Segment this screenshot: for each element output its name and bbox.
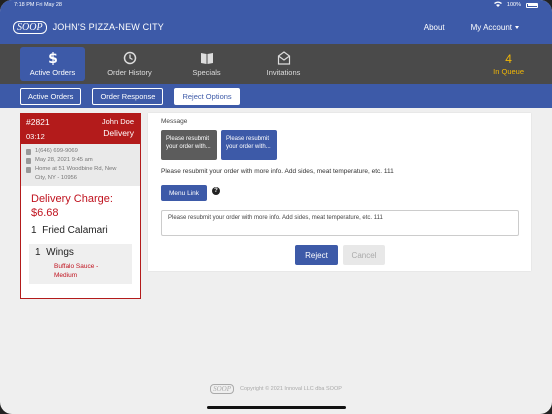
queue-count: 4 xyxy=(505,52,512,66)
message-label: Message xyxy=(161,118,188,125)
address-line-2: City, NY - 10956 xyxy=(35,175,77,181)
message-option-2-line-2: your order with... xyxy=(226,144,271,150)
reject-message-textarea[interactable]: Please resubmit your order with more inf… xyxy=(161,210,519,236)
restaurant-name: JOHN'S PIZZA-NEW CITY xyxy=(52,22,164,32)
order-date: May 28, 2021 9:45 am xyxy=(35,157,93,163)
tab-order-history[interactable]: Order History xyxy=(97,47,162,81)
message-option-1-button[interactable]: Please resubmit your order with... xyxy=(161,130,217,160)
book-icon xyxy=(200,53,213,64)
home-indicator[interactable] xyxy=(207,406,346,409)
clock-icon xyxy=(123,51,136,65)
modifier-line-2: Medium xyxy=(54,272,78,279)
footer-logo: SOOP xyxy=(210,384,234,394)
menu-link-button[interactable]: Menu Link xyxy=(161,185,207,201)
tab-specials[interactable]: Specials xyxy=(174,47,239,81)
subtab-reject-options[interactable]: Reject Options xyxy=(174,87,240,105)
customer-name: John Doe xyxy=(101,117,134,126)
battery-percent: 100% xyxy=(506,2,521,8)
tab-invitations-label: Invitations xyxy=(266,68,301,77)
sub-tabbar: Active Orders Order Response Reject Opti… xyxy=(0,84,552,108)
about-link[interactable]: About xyxy=(424,23,445,32)
reject-options-panel: Message Please resubmit your order with.… xyxy=(148,113,531,271)
list-item: 1 Fried Calamari xyxy=(21,220,140,236)
home-icon xyxy=(26,166,31,173)
subtab-order-response[interactable]: Order Response xyxy=(92,87,164,105)
order-header: #2821 03:12 John Doe Delivery xyxy=(21,114,140,144)
queue-indicator: 4 In Queue xyxy=(493,52,524,76)
help-icon[interactable]: ? xyxy=(212,187,220,195)
order-timer: 03:12 xyxy=(26,132,45,141)
phone-icon xyxy=(26,148,31,155)
order-type: Delivery xyxy=(103,128,134,138)
copyright-text: Copyright © 2021 Innoval LLC dba SOOP xyxy=(240,386,342,392)
modifier-line-1: Buffalo Sauce - xyxy=(54,263,99,270)
tab-active-orders[interactable]: $ Active Orders xyxy=(20,47,85,81)
order-number: #2821 xyxy=(26,117,50,127)
battery-icon xyxy=(526,2,538,8)
envelope-icon xyxy=(277,51,290,65)
selected-message-text: Please resubmit your order with more inf… xyxy=(161,168,394,175)
address-line-1: Home at 51 Woodbine Rd, New xyxy=(35,166,117,172)
dollar-icon: $ xyxy=(48,51,58,65)
subtab-active-orders[interactable]: Active Orders xyxy=(20,87,82,105)
item-name: Fried Calamari xyxy=(42,225,108,236)
message-option-2-line-1: Please resubmit xyxy=(226,136,270,142)
delivery-charge-value: $6.68 xyxy=(31,207,59,219)
item-modifier: Buffalo Sauce - Medium xyxy=(32,258,129,280)
top-navbar: SOOP JOHN'S PIZZA-NEW CITY About My Acco… xyxy=(0,10,552,44)
status-bar: 7:18 PM Fri May 28 100% xyxy=(0,0,552,10)
customer-phone[interactable]: 1(646) 699-9069 xyxy=(35,147,78,156)
queue-label: In Queue xyxy=(493,67,524,76)
tab-active-orders-label: Active Orders xyxy=(29,68,76,77)
tab-order-history-label: Order History xyxy=(107,68,152,77)
order-info: 1(646) 699-9069 May 28, 2021 9:45 am Hom… xyxy=(21,144,140,186)
status-time: 7:18 PM xyxy=(14,2,35,8)
delivery-address: Home at 51 Woodbine Rd, New City, NY - 10… xyxy=(35,165,116,183)
delivery-charge-label: Delivery Charge: xyxy=(31,193,113,205)
status-date: Fri May 28 xyxy=(36,2,62,8)
caret-down-icon xyxy=(515,25,519,29)
main-tabbar: $ Active Orders Order History Specials I… xyxy=(0,44,552,84)
item-name: Wings xyxy=(46,247,74,258)
order-card[interactable]: #2821 03:12 John Doe Delivery 1(646) 699… xyxy=(20,113,141,299)
my-account-label: My Account xyxy=(470,22,512,32)
item-qty: 1 xyxy=(35,247,41,258)
ipad-screen: 7:18 PM Fri May 28 100% SOOP JOHN'S PIZZ… xyxy=(0,0,552,414)
wifi-icon xyxy=(493,1,502,9)
cancel-button[interactable]: Cancel xyxy=(343,245,385,265)
list-item: 1 Wings Buffalo Sauce - Medium xyxy=(29,244,132,284)
delivery-charge: Delivery Charge: $6.68 xyxy=(21,186,140,220)
message-option-2-button[interactable]: Please resubmit your order with... xyxy=(221,130,277,160)
svg-text:$: $ xyxy=(48,51,58,65)
tab-specials-label: Specials xyxy=(192,68,221,77)
message-option-1-line-1: Please resubmit xyxy=(166,136,210,142)
calendar-icon xyxy=(26,157,31,164)
tab-invitations[interactable]: Invitations xyxy=(251,47,316,81)
item-qty: 1 xyxy=(31,225,37,236)
soop-logo[interactable]: SOOP xyxy=(13,20,47,34)
footer: SOOP Copyright © 2021 Innoval LLC dba SO… xyxy=(0,384,552,394)
message-option-1-line-2: your order with... xyxy=(166,144,211,150)
my-account-menu[interactable]: My Account xyxy=(471,23,519,32)
reject-button[interactable]: Reject xyxy=(295,245,338,265)
